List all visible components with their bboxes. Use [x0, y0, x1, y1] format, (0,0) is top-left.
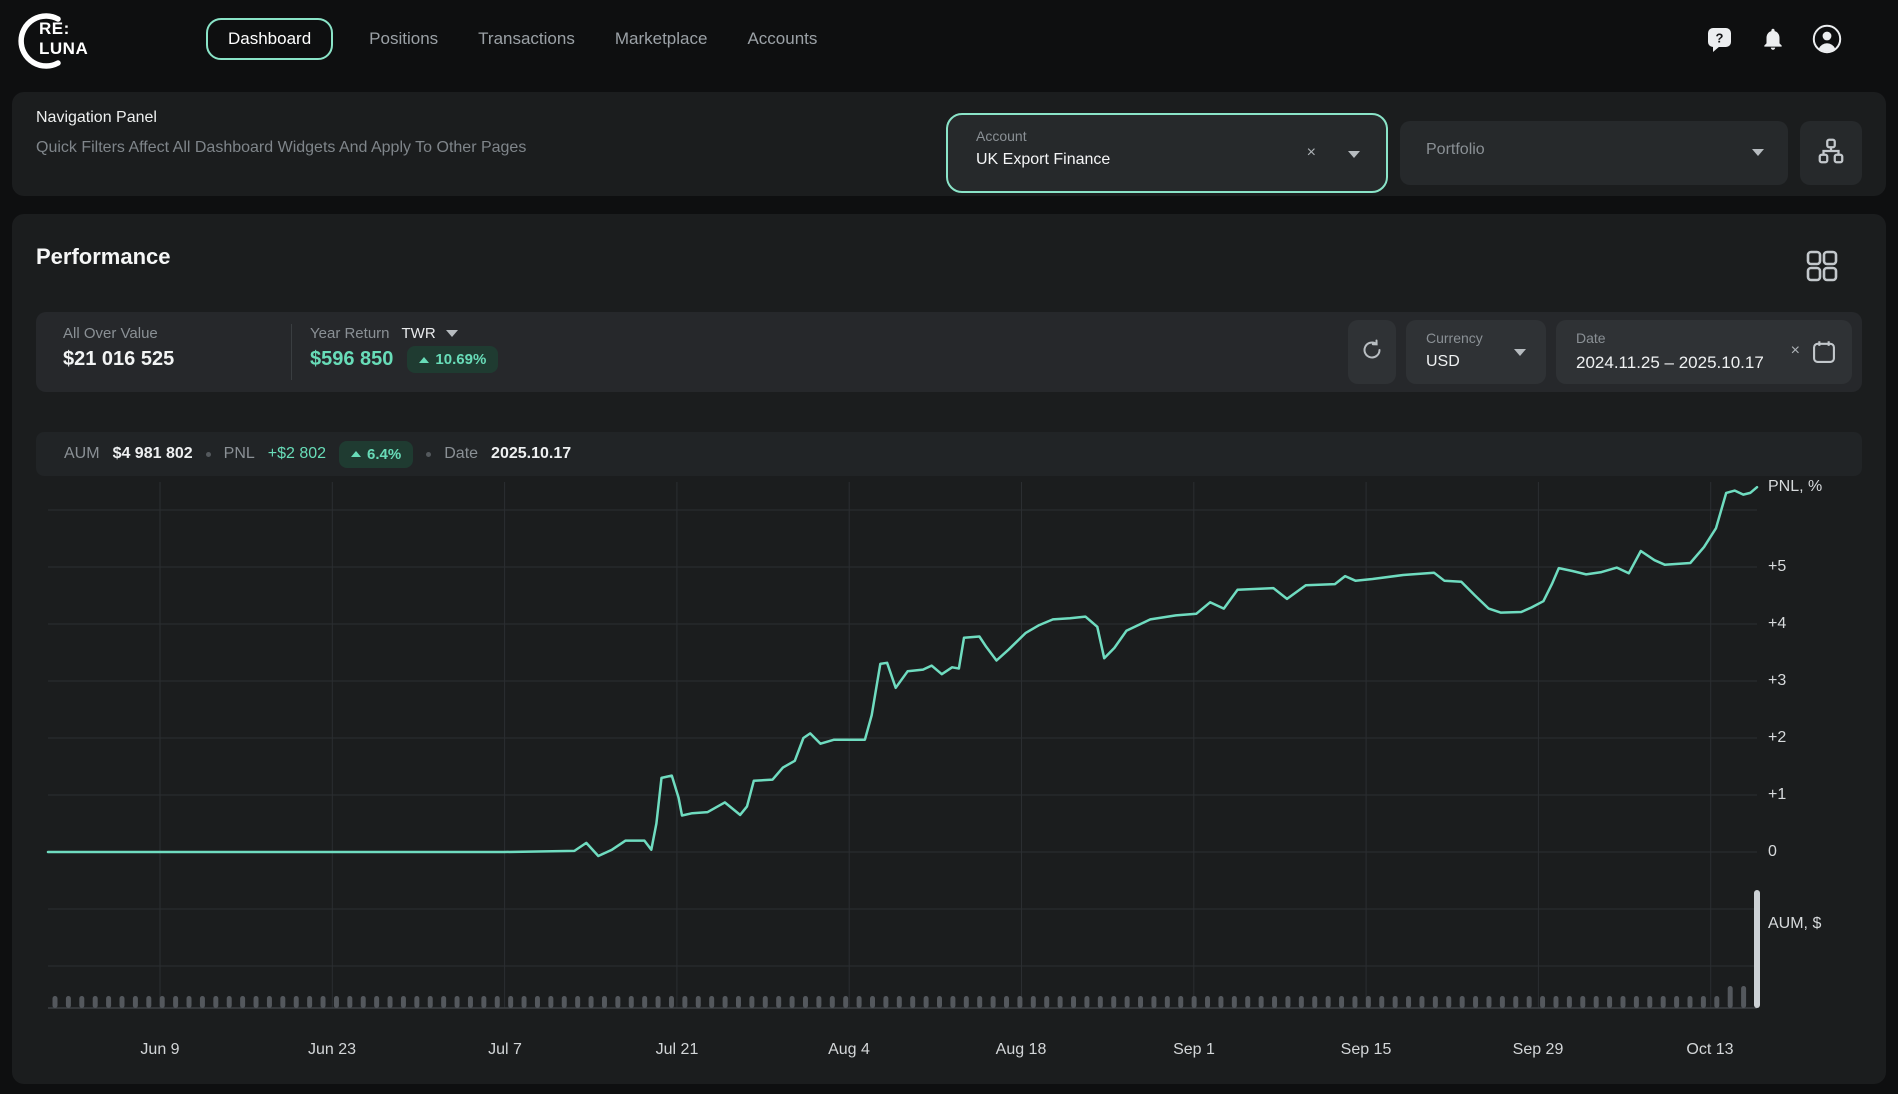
- chart-controls: Currency USD Date 2024.11.25 – 2025.10.1…: [1348, 320, 1852, 384]
- legend-aum-value: $4 981 802: [113, 445, 193, 463]
- arrow-up-icon: [419, 357, 429, 363]
- hierarchy-view-button[interactable]: [1800, 121, 1862, 185]
- calendar-icon[interactable]: [1810, 338, 1838, 371]
- legend-pnl-change-badge: 6.4%: [339, 441, 413, 468]
- refresh-button[interactable]: [1348, 320, 1396, 384]
- year-return-label: Year Return: [310, 325, 390, 342]
- currency-value: USD: [1426, 353, 1460, 371]
- stats-bar: All Over Value $21 016 525 Year Return T…: [36, 312, 1862, 392]
- y-tick: +1: [1768, 786, 1786, 803]
- x-tick: Jun 23: [308, 1041, 356, 1058]
- account-chevron-down-icon[interactable]: [1348, 151, 1360, 158]
- arrow-up-icon: [351, 451, 361, 457]
- y-tick: +4: [1768, 615, 1786, 632]
- refresh-icon: [1360, 338, 1384, 367]
- currency-label: Currency: [1426, 330, 1483, 346]
- account-filter[interactable]: Account UK Export Finance ×: [946, 113, 1388, 193]
- tab-dashboard[interactable]: Dashboard: [206, 18, 333, 60]
- year-return-change-badge: 10.69%: [407, 346, 498, 373]
- x-tick: Aug 18: [996, 1041, 1047, 1058]
- logo-wordmark: RE: LUNA: [39, 19, 88, 59]
- x-tick: Sep 29: [1513, 1041, 1564, 1058]
- legend-date-value: 2025.10.17: [491, 445, 571, 463]
- x-tick: Aug 4: [828, 1041, 870, 1058]
- main-nav-tabs: Dashboard Positions Transactions Marketp…: [206, 18, 821, 60]
- legend-aum-label: AUM: [64, 445, 100, 463]
- all-over-value-stat: All Over Value $21 016 525: [63, 325, 174, 371]
- performance-widget: Performance All Over Value $21 016 525 Y…: [12, 214, 1886, 1084]
- date-clear-icon[interactable]: ×: [1791, 342, 1800, 360]
- return-method-dropdown[interactable]: TWR: [402, 325, 458, 342]
- year-return-stat: Year Return TWR $596 850 10.69%: [310, 325, 498, 373]
- svg-text:?: ?: [1715, 31, 1723, 46]
- portfolio-chevron-down-icon[interactable]: [1752, 149, 1764, 156]
- x-tick: Jun 9: [140, 1041, 179, 1058]
- y-tick: 0: [1768, 843, 1777, 860]
- all-over-value-amount: $21 016 525: [63, 348, 174, 371]
- x-axis: Jun 9 Jun 23 Jul 7 Jul 21 Aug 4 Aug 18 S…: [140, 1041, 1733, 1058]
- y-axis-top-label: PNL, %: [1768, 478, 1822, 495]
- org-chart-icon: [1816, 136, 1846, 171]
- stats-divider: [291, 324, 292, 380]
- tab-transactions[interactable]: Transactions: [474, 19, 579, 59]
- chart-legend: AUM $4 981 802 PNL +$2 802 6.4% Date 202…: [36, 432, 1862, 476]
- nav-panel-title: Navigation Panel: [36, 109, 157, 127]
- widget-layout-button[interactable]: [1804, 248, 1840, 284]
- chart-gridlines: [48, 482, 1757, 1008]
- help-icon[interactable]: ?: [1704, 24, 1734, 54]
- return-method-value: TWR: [402, 325, 436, 342]
- date-range-field[interactable]: Date 2024.11.25 – 2025.10.17 ×: [1556, 320, 1852, 384]
- x-tick: Oct 13: [1686, 1041, 1733, 1058]
- currency-chevron-down-icon: [1514, 349, 1526, 356]
- all-over-value-label: All Over Value: [63, 325, 174, 342]
- profile-avatar-icon[interactable]: [1812, 24, 1842, 54]
- date-range-value: 2024.11.25 – 2025.10.17: [1576, 353, 1764, 373]
- navigation-filters-panel: Navigation Panel Quick Filters Affect Al…: [12, 92, 1886, 196]
- app-logo[interactable]: RE: LUNA: [12, 9, 102, 71]
- y-tick: +5: [1768, 558, 1786, 575]
- currency-dropdown[interactable]: Currency USD: [1406, 320, 1546, 384]
- topbar: RE: LUNA Dashboard Positions Transaction…: [0, 0, 1898, 80]
- widget-title: Performance: [36, 244, 171, 270]
- tab-marketplace[interactable]: Marketplace: [611, 19, 712, 59]
- y-axis-bottom-label: AUM, $: [1768, 915, 1821, 932]
- date-range-label: Date: [1576, 330, 1606, 346]
- year-return-amount: $596 850: [310, 348, 393, 371]
- pnl-line: [48, 487, 1757, 856]
- x-tick: Jul 7: [488, 1041, 522, 1058]
- aum-bars: [48, 890, 1760, 1008]
- return-method-chevron-down-icon: [446, 330, 458, 337]
- tab-accounts[interactable]: Accounts: [743, 19, 821, 59]
- x-tick: Sep 15: [1341, 1041, 1392, 1058]
- performance-chart[interactable]: PNL, % +5 +4 +3 +2 +1 0 AUM, $ Jun 9 Jun…: [36, 476, 1862, 1070]
- x-tick: Jul 21: [656, 1041, 699, 1058]
- y-axis-right: PNL, % +5 +4 +3 +2 +1 0 AUM, $: [1768, 478, 1822, 932]
- x-tick: Sep 1: [1173, 1041, 1215, 1058]
- dot-separator: [206, 452, 211, 457]
- y-tick: +3: [1768, 672, 1786, 689]
- grid-2x2-icon: [1804, 271, 1840, 288]
- topbar-icons: ?: [1704, 24, 1842, 54]
- account-filter-value: UK Export Finance: [976, 151, 1110, 169]
- legend-pnl-label: PNL: [224, 445, 255, 463]
- nav-panel-subtitle: Quick Filters Affect All Dashboard Widge…: [36, 139, 526, 157]
- account-filter-label: Account: [976, 128, 1027, 144]
- legend-pnl-value: +$2 802: [268, 445, 326, 463]
- tab-positions[interactable]: Positions: [365, 19, 442, 59]
- portfolio-filter[interactable]: Portfolio: [1400, 121, 1788, 185]
- y-tick: +2: [1768, 729, 1786, 746]
- notifications-icon[interactable]: [1758, 24, 1788, 54]
- account-clear-icon[interactable]: ×: [1307, 144, 1316, 162]
- portfolio-filter-label: Portfolio: [1426, 141, 1485, 159]
- dot-separator: [426, 452, 431, 457]
- legend-date-label: Date: [444, 445, 478, 463]
